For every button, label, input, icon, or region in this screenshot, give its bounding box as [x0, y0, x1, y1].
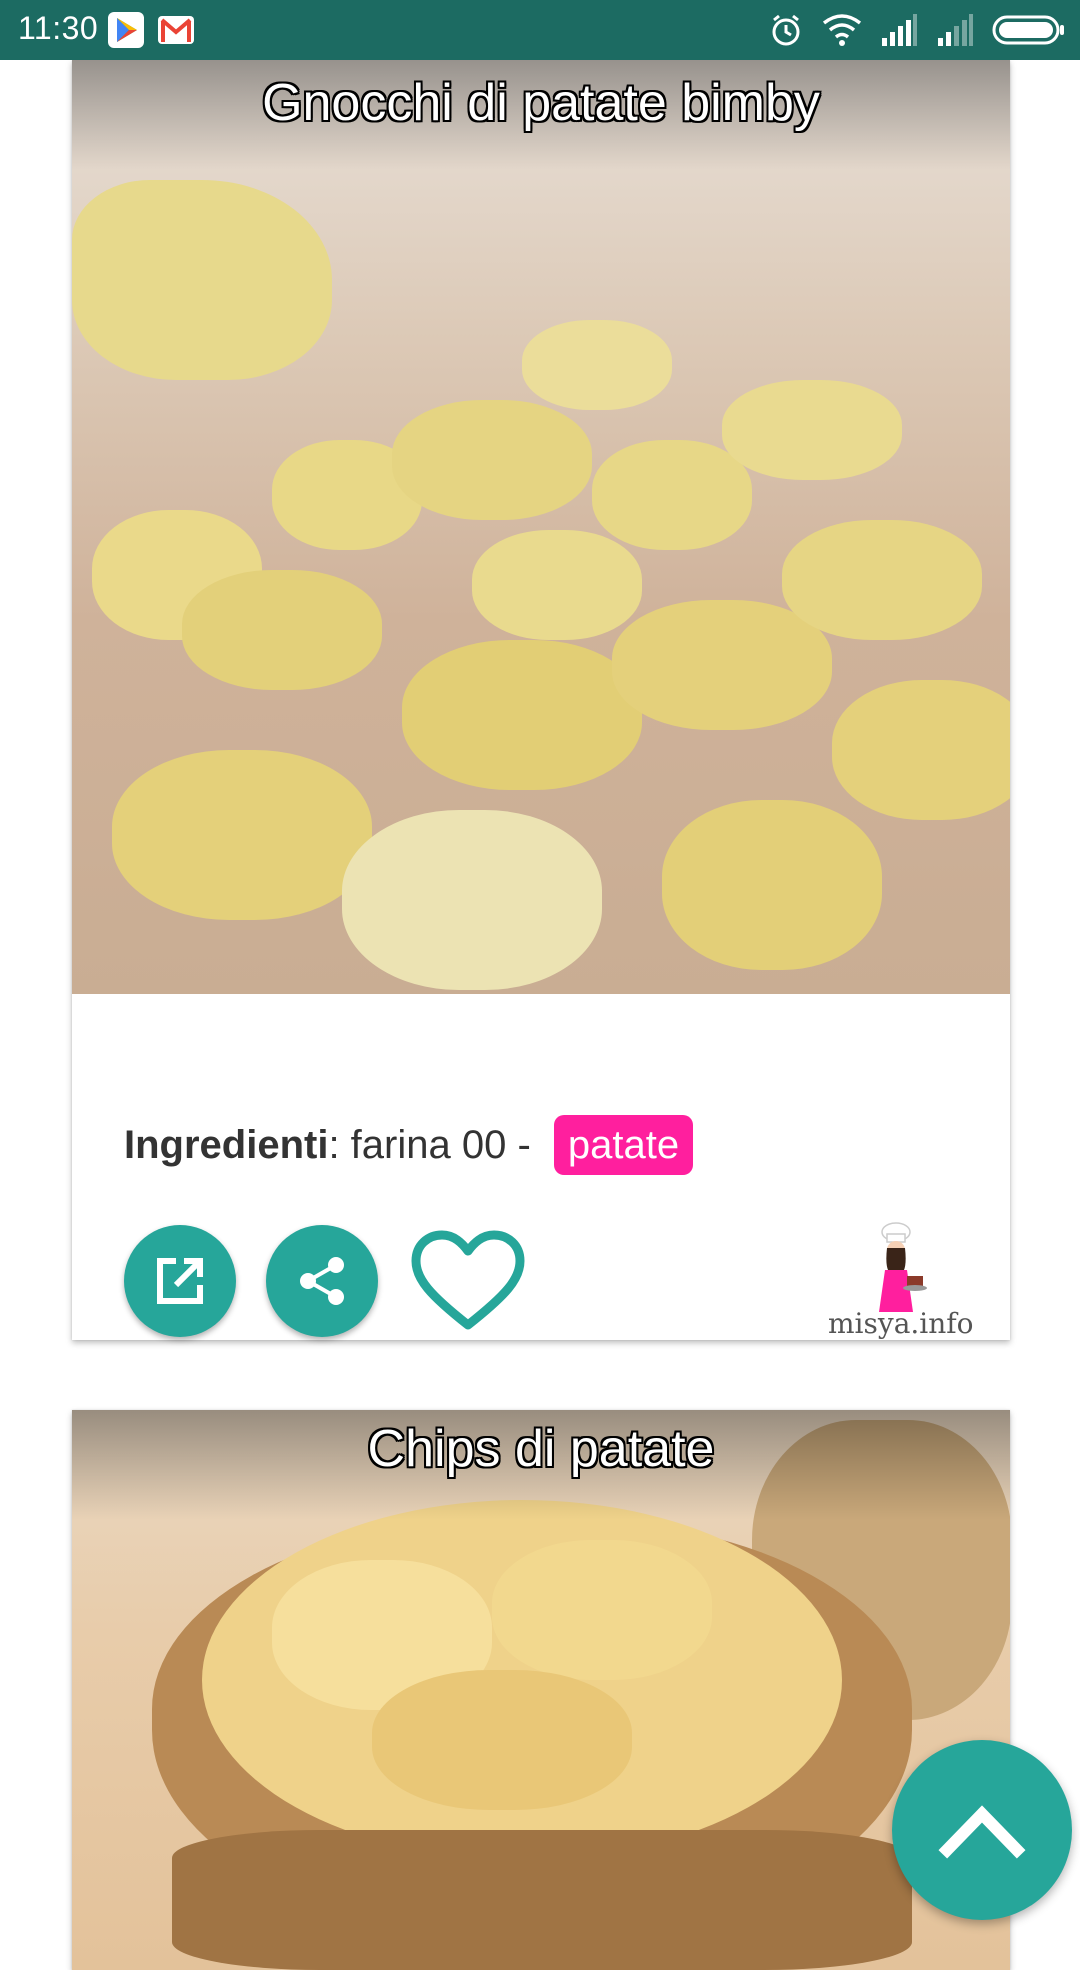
signal-icon — [938, 14, 973, 46]
ingredients-label: Ingredienti — [124, 1122, 329, 1167]
alarm-icon — [772, 14, 800, 46]
open-recipe-button[interactable] — [124, 1225, 236, 1337]
recipe-card[interactable]: Gnocchi di patate bimby Ingredienti : fa… — [72, 60, 1010, 1340]
chef-logo-icon — [879, 1222, 927, 1312]
recipe-card[interactable]: Chips di patate — [72, 1410, 1010, 1970]
status-bar: 11:30 — [0, 0, 1080, 60]
play-store-icon — [108, 12, 144, 48]
heart-icon — [411, 1230, 525, 1330]
brand-text: misya.info — [828, 1307, 974, 1340]
gmail-icon — [158, 16, 194, 44]
recipe-title: Chips di patate — [367, 1420, 715, 1478]
status-time: 11:30 — [18, 10, 99, 46]
share-button[interactable] — [266, 1225, 378, 1337]
ingredients-text: : farina 00 - — [328, 1122, 542, 1167]
open-external-icon — [157, 1258, 203, 1304]
brand-logo[interactable]: misya.info — [828, 1220, 974, 1350]
ingredients-line: Ingredienti : farina 00 - patate — [124, 1115, 694, 1175]
recipe-photo[interactable]: Chips di patate — [72, 1410, 1010, 1970]
status-icons — [768, 10, 1066, 50]
signal-icon — [882, 14, 917, 46]
wifi-icon — [822, 14, 862, 46]
card-actions — [124, 1225, 528, 1337]
recipe-title: Gnocchi di patate bimby — [262, 74, 820, 132]
favorite-button[interactable] — [408, 1225, 528, 1337]
chevron-up-icon — [938, 1805, 1026, 1859]
scroll-to-top-button[interactable] — [892, 1740, 1072, 1920]
recipe-photo[interactable]: Gnocchi di patate bimby — [72, 60, 1010, 994]
ingredient-tag[interactable]: patate — [553, 1115, 694, 1175]
share-icon — [300, 1257, 344, 1305]
battery-icon — [992, 15, 1064, 45]
